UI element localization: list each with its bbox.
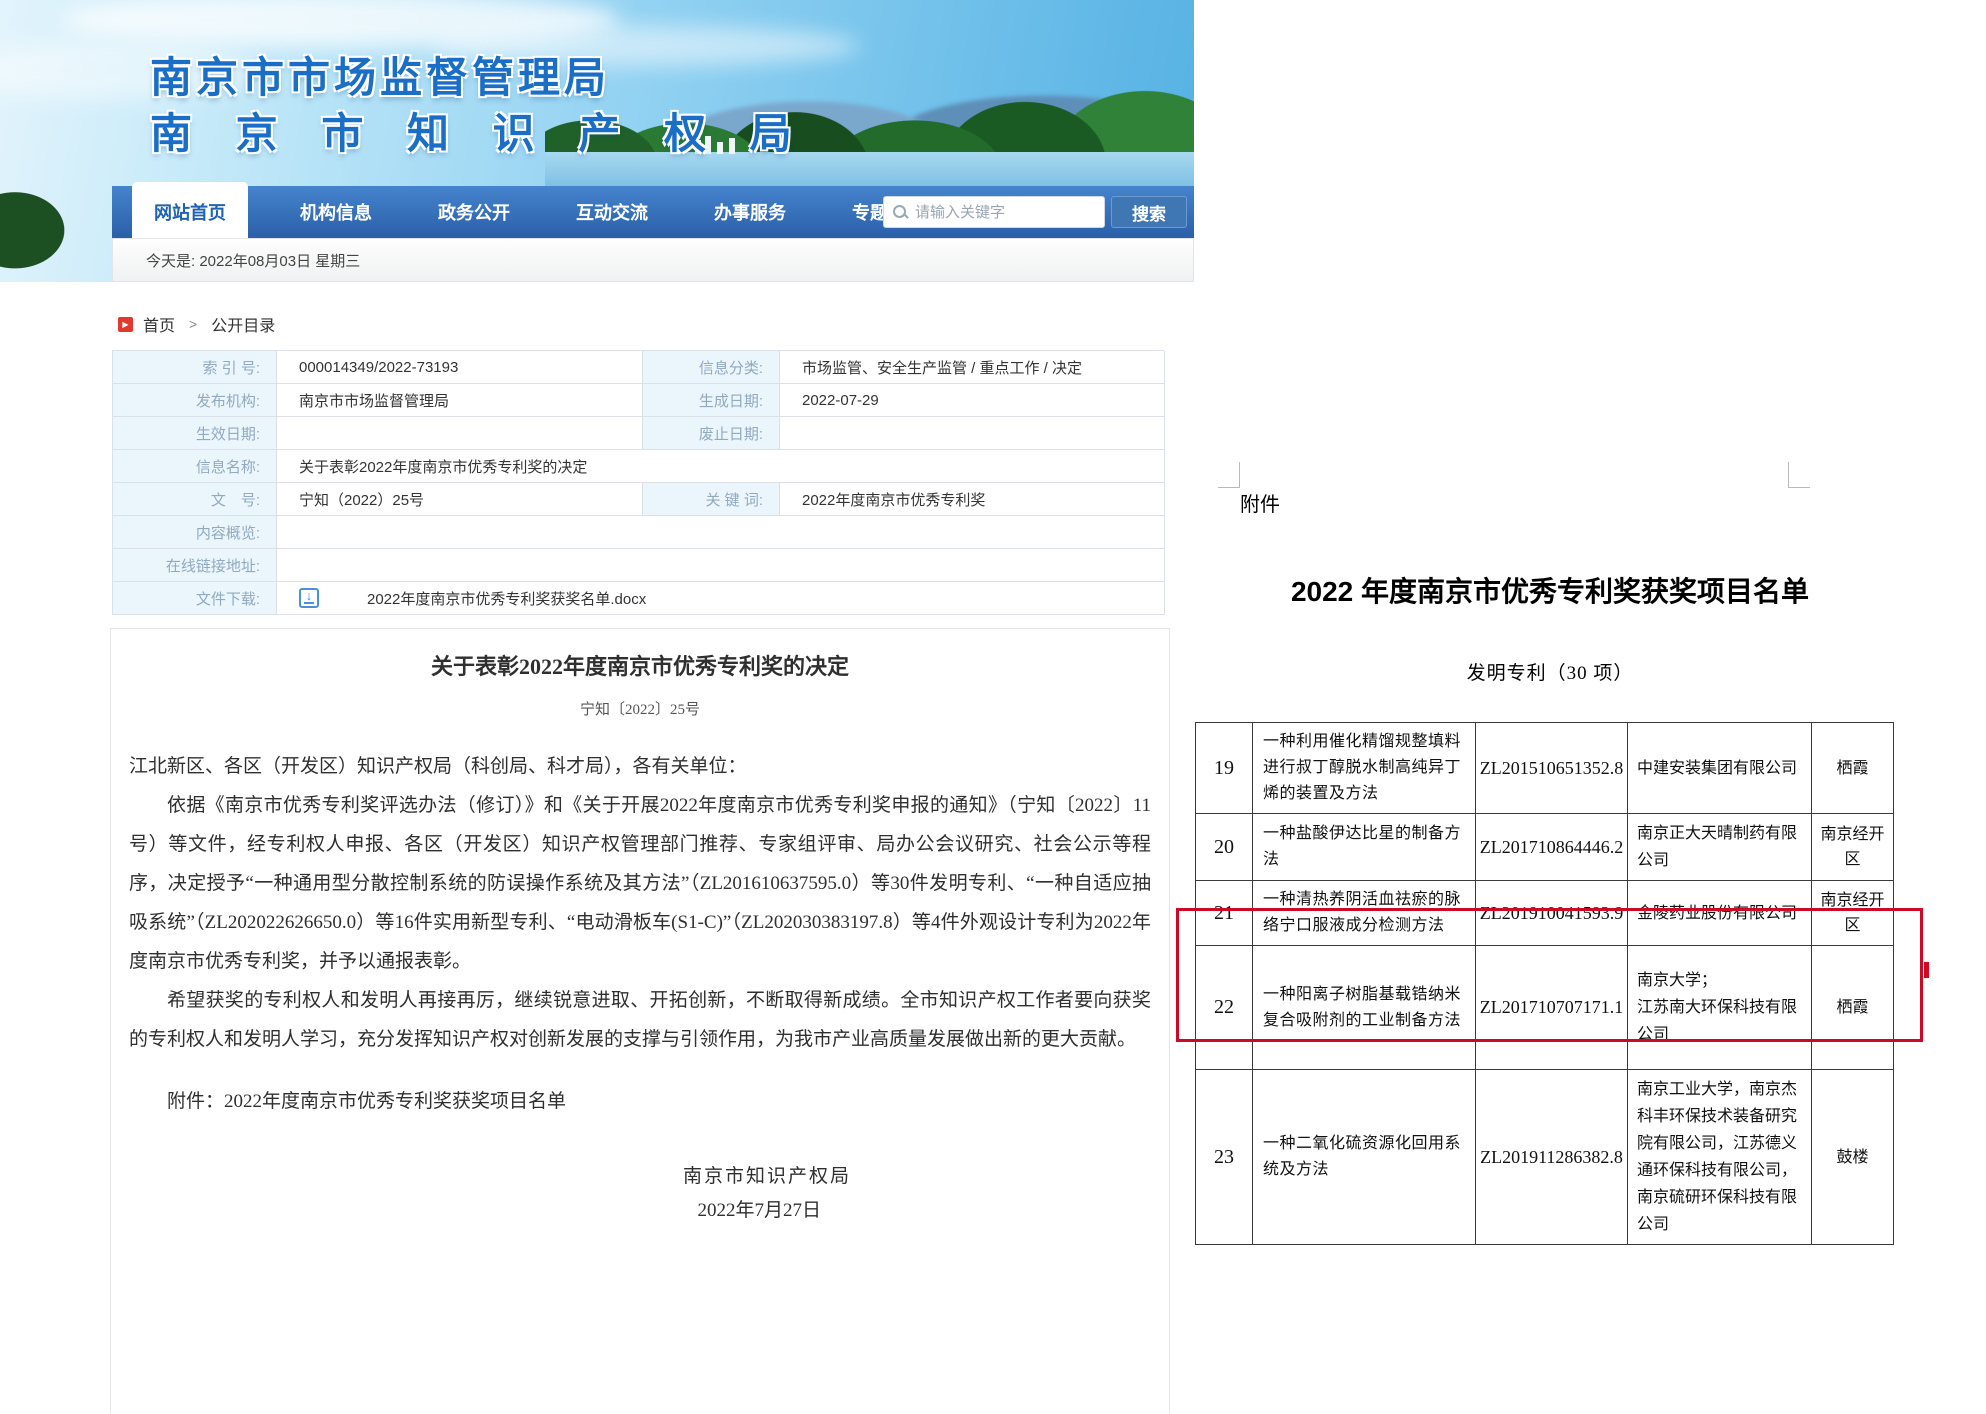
- table-row: 23 一种二氧化硫资源化回用系统及方法 ZL201911286382.8 南京工…: [1196, 1070, 1894, 1245]
- meta-value-online-link: [277, 549, 1165, 582]
- official-document: 关于表彰2022年度南京市优秀专利奖的决定 宁知〔2022〕25号 江北新区、各…: [110, 628, 1170, 1414]
- patent-owner: 南京正大天晴制药有限公司: [1628, 814, 1812, 881]
- meta-label-effective-date: 生效日期:: [113, 417, 277, 450]
- document-paragraph-2: 希望获奖的专利权人和发明人再接再厉，继续锐意进取、开拓创新，不断取得新成绩。全市…: [129, 981, 1151, 1059]
- nav-tab-gov-disclosure[interactable]: 政务公开: [424, 186, 524, 238]
- agency-title-line1: 南京市市场监督管理局: [150, 50, 610, 106]
- document-body: 江北新区、各区（开发区）知识产权局（科创局、科才局），各有关单位： 依据《南京市…: [129, 747, 1151, 1059]
- nav-tab-interaction[interactable]: 互动交流: [562, 186, 662, 238]
- breadcrumb-separator: >: [189, 316, 197, 332]
- search-input[interactable]: [915, 204, 1085, 221]
- patent-number: ZL201910041593.9: [1476, 881, 1628, 946]
- nav-tab-services[interactable]: 办事服务: [700, 186, 800, 238]
- date-bar: 今天是: 2022年08月03日 星期三: [112, 238, 1194, 282]
- meta-value-category: 市场监管、安全生产监管 / 重点工作 / 决定: [780, 351, 1165, 384]
- meta-value-keyword: 2022年度南京市优秀专利奖: [780, 483, 1165, 516]
- meta-value-summary: [277, 516, 1165, 549]
- download-icon[interactable]: ↓: [299, 588, 319, 608]
- table-row: 21 一种清热养阴活血祛瘀的脉络宁口服液成分检测方法 ZL20191004159…: [1196, 881, 1894, 946]
- meta-value-effective-date: [277, 417, 643, 450]
- patent-name: 一种二氧化硫资源化回用系统及方法: [1253, 1070, 1476, 1245]
- search-button[interactable]: 搜索: [1111, 196, 1187, 228]
- breadcrumb-play-icon: ▶: [118, 317, 133, 332]
- page-corner-mark-right: [1788, 462, 1810, 488]
- main-navbar: 网站首页 机构信息 政务公开 互动交流 办事服务 专题专栏 搜索: [112, 186, 1194, 238]
- meta-value-doc-number: 宁知（2022）25号: [277, 483, 643, 516]
- meta-value-download: ↓ 2022年度南京市优秀专利奖获奖名单.docx: [277, 582, 1165, 615]
- attachment-label: 附件: [1240, 488, 1280, 517]
- meta-value-abolish-date: [780, 417, 1165, 450]
- patent-name: 一种利用催化精馏规整填料进行叔丁醇脱水制高纯异丁烯的装置及方法: [1253, 723, 1476, 814]
- row-number: 21: [1196, 881, 1253, 946]
- meta-label-summary: 内容概览:: [113, 516, 277, 549]
- document-title: 关于表彰2022年度南京市优秀专利奖的决定: [129, 649, 1151, 681]
- agency-title-line2: 南 京 市 知 识 产 权 局: [150, 106, 808, 162]
- document-metadata-table: 索 引 号: 000014349/2022-73193 信息分类: 市场监管、安…: [112, 350, 1164, 615]
- meta-label-publisher: 发布机构:: [113, 384, 277, 417]
- meta-label-gen-date: 生成日期:: [643, 384, 780, 417]
- table-row-highlighted: 22 一种阳离子树脂基载锆纳米复合吸附剂的工业制备方法 ZL2017107071…: [1196, 946, 1894, 1070]
- district: 南京经开区: [1812, 881, 1894, 946]
- patent-owner: 中建安装集团有限公司: [1628, 723, 1812, 814]
- row-number: 22: [1196, 946, 1253, 1070]
- meta-label-keyword: 关 键 词:: [643, 483, 780, 516]
- page: 南京市市场监督管理局 南 京 市 知 识 产 权 局 网站首页 机构信息 政务公…: [0, 0, 1986, 1414]
- district: 栖霞: [1812, 723, 1894, 814]
- table-row: 19 一种利用催化精馏规整填料进行叔丁醇脱水制高纯异丁烯的装置及方法 ZL201…: [1196, 723, 1894, 814]
- search-area: 搜索: [883, 196, 1187, 228]
- meta-value-index: 000014349/2022-73193: [277, 351, 643, 384]
- current-date-text: 今天是: 2022年08月03日 星期三: [146, 250, 360, 271]
- attachment-subtitle: 发明专利（30 项）: [1195, 658, 1905, 685]
- district: 南京经开区: [1812, 814, 1894, 881]
- patent-number: ZL201710707171.1: [1476, 946, 1628, 1070]
- patent-number: ZL201510651352.8: [1476, 723, 1628, 814]
- document-attachment-line: 附件：2022年度南京市优秀专利奖获奖项目名单: [129, 1086, 1151, 1113]
- meta-label-download: 文件下载:: [113, 582, 277, 615]
- meta-label-info-name: 信息名称:: [113, 450, 277, 483]
- document-sign-date: 2022年7月27日: [129, 1195, 1151, 1222]
- breadcrumb: ▶ 首页 > 公开目录: [118, 312, 275, 336]
- table-row: 20 一种盐酸伊达比星的制备方法 ZL201710864446.2 南京正大天晴…: [1196, 814, 1894, 881]
- meta-label-abolish-date: 废止日期:: [643, 417, 780, 450]
- meta-label-index: 索 引 号:: [113, 351, 277, 384]
- document-paragraph-1: 依据《南京市优秀专利奖评选办法（修订）》和《关于开展2022年度南京市优秀专利奖…: [129, 786, 1151, 981]
- meta-label-category: 信息分类:: [643, 351, 780, 384]
- meta-label-doc-number: 文 号:: [113, 483, 277, 516]
- download-file-link[interactable]: 2022年度南京市优秀专利奖获奖名单.docx: [367, 588, 646, 609]
- attachment-title: 2022 年度南京市优秀专利奖获奖项目名单: [1195, 570, 1905, 610]
- district: 鼓楼: [1812, 1070, 1894, 1245]
- patent-name: 一种阳离子树脂基载锆纳米复合吸附剂的工业制备方法: [1253, 946, 1476, 1070]
- row-number: 19: [1196, 723, 1253, 814]
- document-signer: 南京市知识产权局: [129, 1161, 1151, 1188]
- patent-number: ZL201911286382.8: [1476, 1070, 1628, 1245]
- document-salutation: 江北新区、各区（开发区）知识产权局（科创局、科才局），各有关单位：: [129, 747, 1151, 786]
- nav-tabs: 网站首页 机构信息 政务公开 互动交流 办事服务 专题专栏: [112, 186, 938, 238]
- meta-label-online-link: 在线链接地址:: [113, 549, 277, 582]
- foliage-decoration: [0, 188, 92, 282]
- search-icon: [892, 204, 908, 220]
- meta-value-info-name: 关于表彰2022年度南京市优秀专利奖的决定: [277, 450, 1165, 483]
- document-number: 宁知〔2022〕25号: [129, 698, 1151, 719]
- meta-value-gen-date: 2022-07-29: [780, 384, 1165, 417]
- nav-tab-home[interactable]: 网站首页: [132, 182, 248, 238]
- row-number: 20: [1196, 814, 1253, 881]
- highlight-handle-mark: [1924, 962, 1929, 978]
- patent-owner: 金陵药业股份有限公司: [1628, 881, 1812, 946]
- page-corner-mark-left: [1218, 462, 1240, 488]
- breadcrumb-home-link[interactable]: 首页: [143, 312, 175, 336]
- nav-tab-org-info[interactable]: 机构信息: [286, 186, 386, 238]
- patent-award-table: 19 一种利用催化精馏规整填料进行叔丁醇脱水制高纯异丁烯的装置及方法 ZL201…: [1195, 722, 1894, 1245]
- meta-value-publisher: 南京市市场监督管理局: [277, 384, 643, 417]
- search-box: [883, 196, 1105, 228]
- patent-owner: 南京大学； 江苏南大环保科技有限公司: [1628, 946, 1812, 1070]
- patent-owner: 南京工业大学，南京杰科丰环保技术装备研究院有限公司，江苏德义通环保科技有限公司，…: [1628, 1070, 1812, 1245]
- breadcrumb-current-link[interactable]: 公开目录: [211, 312, 275, 336]
- row-number: 23: [1196, 1070, 1253, 1245]
- patent-number: ZL201710864446.2: [1476, 814, 1628, 881]
- patent-name: 一种清热养阴活血祛瘀的脉络宁口服液成分检测方法: [1253, 881, 1476, 946]
- district: 栖霞: [1812, 946, 1894, 1070]
- patent-name: 一种盐酸伊达比星的制备方法: [1253, 814, 1476, 881]
